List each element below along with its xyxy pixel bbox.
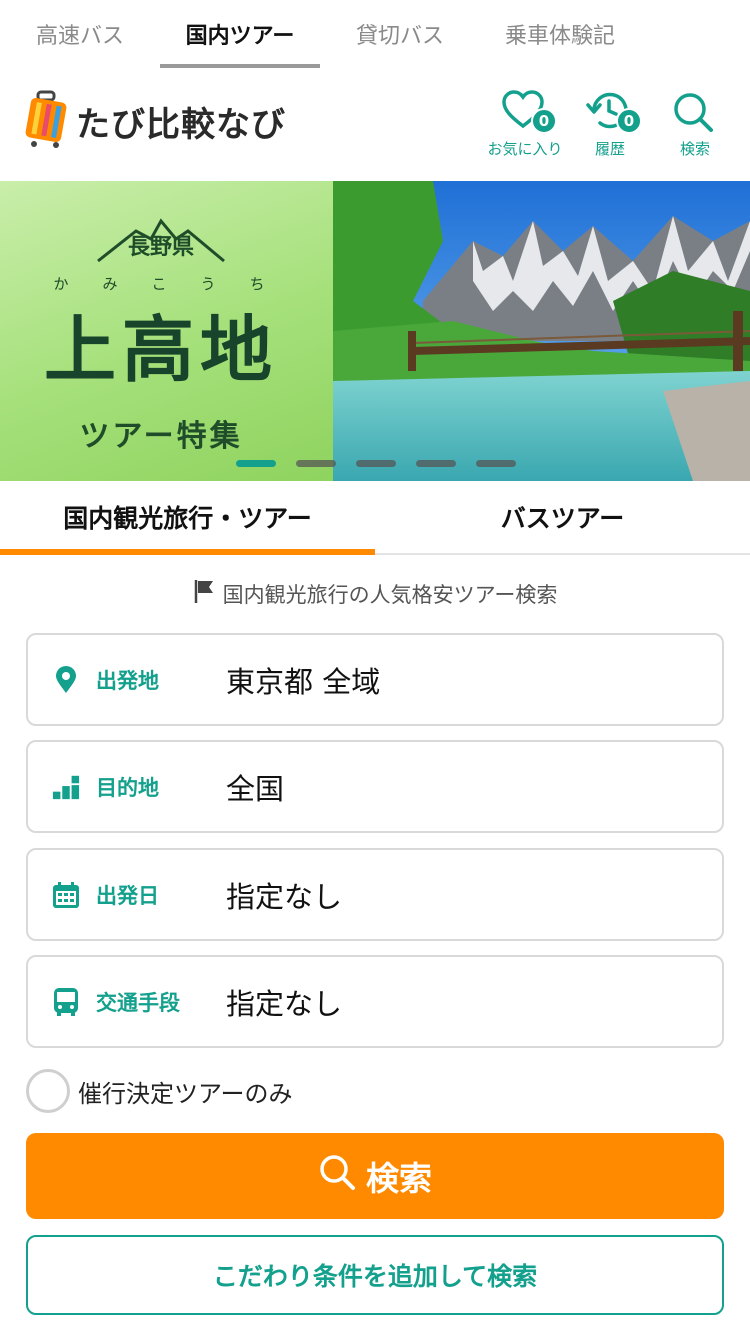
search-label: 検索 — [679, 140, 710, 158]
search-icon — [671, 93, 715, 138]
banner-text-panel: 長野県 かみこうち 上高地 ツアー特集 — [0, 181, 333, 481]
carousel-dot[interactable] — [476, 460, 516, 467]
search-button[interactable]: 検索 — [26, 1133, 724, 1219]
guaranteed-only-option[interactable]: 催行決定ツアーのみ — [26, 1068, 293, 1114]
favorites-count-badge: 0 — [531, 108, 557, 134]
tab-domestic-tour[interactable]: 国内ツアー — [160, 0, 320, 68]
suitcase-logo-icon — [24, 90, 68, 152]
feature-banner[interactable]: 長野県 かみこうち 上高地 ツアー特集 — [0, 181, 750, 481]
transport-value: 指定なし — [226, 986, 343, 1021]
calendar-icon — [52, 881, 80, 909]
departure-date-value: 指定なし — [226, 879, 343, 914]
bus-icon — [52, 987, 80, 1016]
destination-icon — [52, 773, 80, 801]
departure-value: 東京都 全域 — [226, 664, 381, 699]
guaranteed-only-label: 催行決定ツアーのみ — [78, 1079, 293, 1108]
departure-date-label: 出発日 — [96, 883, 159, 908]
header-search-button[interactable]: 検索 — [650, 90, 740, 160]
favorites-button[interactable]: 0 お気に入り — [480, 90, 570, 160]
history-label: 履歴 — [594, 140, 625, 158]
carousel-dot[interactable] — [296, 460, 336, 467]
tab-charter-bus[interactable]: 貸切バス — [320, 0, 480, 68]
carousel-dot[interactable] — [236, 460, 276, 467]
history-button[interactable]: 0 履歴 — [565, 90, 655, 160]
departure-label: 出発地 — [96, 668, 159, 693]
transport-label: 交通手段 — [96, 990, 180, 1015]
history-count-badge: 0 — [616, 108, 642, 134]
detail-search-button[interactable]: こだわり条件を追加して検索 — [26, 1235, 724, 1315]
destination-field[interactable]: 目的地 全国 — [26, 740, 724, 833]
departure-field[interactable]: 出発地 東京都 全域 — [26, 633, 724, 726]
destination-value: 全国 — [226, 771, 285, 806]
banner-subtitle: ツアー特集 — [79, 419, 243, 454]
logo-text: たび比較なび — [76, 104, 286, 145]
banner-photo — [333, 181, 750, 481]
search-caption-text: 国内観光旅行の人気格安ツアー検索 — [222, 582, 558, 607]
service-tabs: 高速バス 国内ツアー 貸切バス 乗車体験記 — [0, 0, 750, 68]
search-button-label: 検索 — [366, 1159, 432, 1198]
tab-domestic-sightseeing[interactable]: 国内観光旅行・ツアー — [0, 481, 375, 555]
destination-label: 目的地 — [96, 775, 159, 800]
tab-ride-reviews[interactable]: 乗車体験記 — [480, 0, 640, 68]
category-tabs: 国内観光旅行・ツアー バスツアー — [0, 481, 750, 555]
site-header: たび比較なび 0 お気に入り 0 履歴 検索 — [0, 68, 750, 180]
guaranteed-only-checkbox[interactable] — [26, 1069, 70, 1113]
carousel-dot[interactable] — [356, 460, 396, 467]
carousel-indicators — [236, 460, 536, 467]
carousel-dot[interactable] — [416, 460, 456, 467]
banner-title: 上高地 — [43, 308, 278, 392]
banner-prefecture: 長野県 — [127, 235, 194, 260]
location-pin-icon — [52, 665, 80, 694]
flag-icon — [193, 578, 223, 609]
transport-field[interactable]: 交通手段 指定なし — [26, 955, 724, 1048]
favorites-label: お気に入り — [487, 140, 563, 158]
search-icon — [318, 1153, 366, 1199]
tab-bus-tour[interactable]: バスツアー — [375, 481, 750, 553]
tab-highway-bus[interactable]: 高速バス — [0, 0, 160, 68]
detail-search-label: こだわり条件を追加して検索 — [212, 1262, 538, 1291]
departure-date-field[interactable]: 出発日 指定なし — [26, 848, 724, 941]
site-logo[interactable]: たび比較なび — [24, 90, 286, 152]
search-caption: 国内観光旅行の人気格安ツアー検索 — [0, 578, 750, 609]
